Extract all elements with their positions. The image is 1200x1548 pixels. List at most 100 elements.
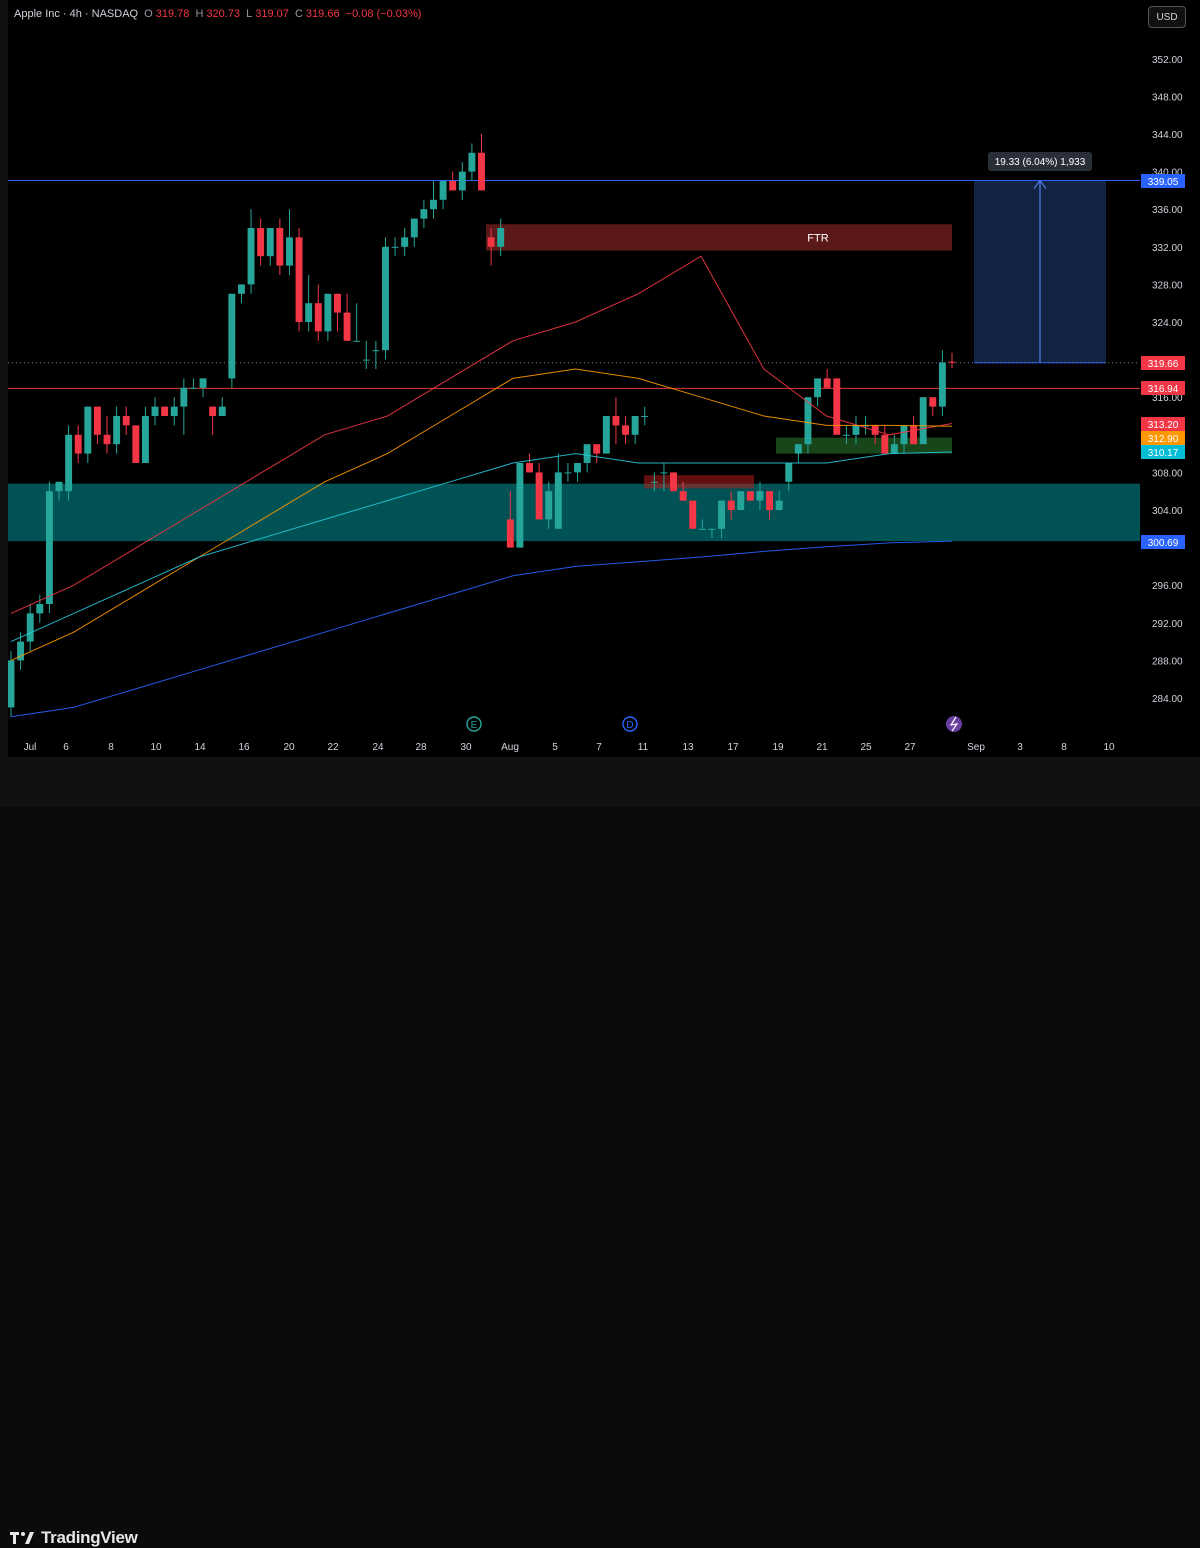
candle-body[interactable] bbox=[487, 237, 495, 247]
candle-body[interactable] bbox=[689, 500, 697, 529]
candle-body[interactable] bbox=[257, 228, 265, 257]
candle-body[interactable] bbox=[631, 416, 639, 435]
candle-body[interactable] bbox=[286, 237, 293, 266]
candle-body[interactable] bbox=[372, 350, 380, 352]
price-chart[interactable]: FTR 19.33 (6.04%) 1,933 Jul 6 8 10 14 16 20 22 24 2… bbox=[7, 0, 1140, 757]
candle-body[interactable] bbox=[209, 406, 217, 416]
candle-body[interactable] bbox=[814, 378, 822, 398]
price-axis[interactable]: 352.00348.00344.00340.00336.00332.00328.… bbox=[1140, 0, 1200, 757]
candle-body[interactable] bbox=[948, 361, 956, 363]
candle-body[interactable] bbox=[93, 406, 101, 435]
price-scale[interactable]: 352.00 348.00 344.00 340.00 336.00 332.00 328.… bbox=[1140, 0, 1200, 757]
candle-body[interactable] bbox=[334, 293, 341, 313]
moving-average-line[interactable] bbox=[10, 540, 953, 718]
candle-body[interactable] bbox=[708, 528, 716, 530]
candle-body[interactable] bbox=[439, 181, 447, 200]
candle-body[interactable] bbox=[833, 378, 841, 435]
candle-body[interactable] bbox=[199, 378, 207, 388]
candle-body[interactable] bbox=[189, 387, 197, 389]
candle-body[interactable] bbox=[727, 500, 735, 510]
candle-body[interactable] bbox=[295, 237, 303, 322]
candle-body[interactable] bbox=[36, 604, 44, 614]
candle-body[interactable] bbox=[458, 171, 466, 191]
candle-body[interactable] bbox=[602, 416, 610, 454]
candle-body[interactable] bbox=[314, 303, 322, 332]
candle-body[interactable] bbox=[785, 463, 793, 482]
candle-body[interactable] bbox=[362, 359, 370, 361]
candle-body[interactable] bbox=[65, 434, 73, 492]
candle-body[interactable] bbox=[545, 491, 553, 520]
candle-body[interactable] bbox=[670, 472, 677, 492]
candle-body[interactable] bbox=[583, 444, 591, 463]
candle-body[interactable] bbox=[660, 472, 668, 474]
candle-body[interactable] bbox=[775, 500, 783, 510]
candle-body[interactable] bbox=[622, 425, 629, 435]
demand-zone[interactable] bbox=[8, 483, 1140, 542]
candle-body[interactable] bbox=[938, 362, 946, 407]
candle-body[interactable] bbox=[564, 472, 572, 474]
candle-body[interactable] bbox=[756, 491, 764, 501]
candle-body[interactable] bbox=[305, 303, 313, 322]
candle-body[interactable] bbox=[746, 491, 754, 501]
candle-body[interactable] bbox=[247, 228, 255, 285]
tradingview-logo[interactable]: TradingView bbox=[10, 1528, 138, 1548]
candle-body[interactable] bbox=[382, 246, 389, 351]
candle-body[interactable] bbox=[535, 472, 543, 520]
candle-body[interactable] bbox=[391, 246, 399, 248]
candle-body[interactable] bbox=[180, 387, 188, 407]
candle-body[interactable] bbox=[910, 425, 918, 445]
candle-body[interactable] bbox=[218, 406, 226, 416]
candle-body[interactable] bbox=[718, 500, 726, 529]
candle-body[interactable] bbox=[554, 472, 562, 529]
currency-button[interactable]: USD bbox=[1148, 6, 1186, 28]
candle-body[interactable] bbox=[929, 397, 937, 407]
candle-body[interactable] bbox=[7, 660, 15, 708]
candle-body[interactable] bbox=[823, 378, 831, 388]
candle-body[interactable] bbox=[228, 293, 236, 379]
candle-body[interactable] bbox=[151, 406, 159, 416]
candle-body[interactable] bbox=[650, 481, 658, 483]
candle-body[interactable] bbox=[343, 312, 351, 341]
gap-box[interactable] bbox=[644, 475, 754, 489]
candle-body[interactable] bbox=[449, 181, 457, 191]
candle-body[interactable] bbox=[45, 491, 53, 604]
candle-body[interactable] bbox=[737, 491, 745, 510]
candle-body[interactable] bbox=[276, 228, 284, 266]
candle-body[interactable] bbox=[698, 528, 706, 530]
candle-body[interactable] bbox=[612, 416, 620, 426]
candle-body[interactable] bbox=[122, 416, 130, 426]
candle-body[interactable] bbox=[84, 406, 92, 454]
candle-body[interactable] bbox=[766, 491, 774, 510]
candle-body[interactable] bbox=[890, 444, 898, 454]
candle-body[interactable] bbox=[794, 444, 802, 454]
candle-body[interactable] bbox=[526, 463, 533, 473]
candle-body[interactable] bbox=[593, 444, 601, 454]
candle-body[interactable] bbox=[141, 416, 149, 463]
candle-body[interactable] bbox=[161, 406, 169, 416]
candle-body[interactable] bbox=[900, 425, 908, 445]
candle-body[interactable] bbox=[430, 199, 437, 210]
candle-body[interactable] bbox=[74, 434, 82, 454]
candle-body[interactable] bbox=[420, 209, 428, 219]
candle-body[interactable] bbox=[842, 434, 850, 436]
candle-body[interactable] bbox=[353, 340, 361, 342]
candle-body[interactable] bbox=[103, 434, 111, 445]
candle-body[interactable] bbox=[401, 237, 409, 247]
candle-body[interactable] bbox=[497, 228, 505, 247]
candle-body[interactable] bbox=[506, 519, 514, 548]
candle-body[interactable] bbox=[132, 425, 140, 463]
candle-body[interactable] bbox=[410, 218, 418, 238]
candle-body[interactable] bbox=[170, 406, 178, 416]
candle-body[interactable] bbox=[237, 284, 245, 294]
candle-body[interactable] bbox=[478, 152, 485, 191]
candle-body[interactable] bbox=[26, 613, 34, 642]
candle-body[interactable] bbox=[468, 152, 476, 172]
candle-body[interactable] bbox=[324, 293, 332, 332]
candle-body[interactable] bbox=[574, 463, 581, 473]
chart-pane[interactable]: FTR 19.33 (6.04%) 1,933 Jul 6 8 10 14 16 20 22 24 2… bbox=[7, 0, 1140, 757]
ftr-zone[interactable] bbox=[486, 224, 952, 251]
candle-body[interactable] bbox=[852, 425, 860, 435]
candle-body[interactable] bbox=[881, 434, 889, 454]
candle-body[interactable] bbox=[266, 228, 274, 257]
candle-body[interactable] bbox=[919, 397, 927, 445]
